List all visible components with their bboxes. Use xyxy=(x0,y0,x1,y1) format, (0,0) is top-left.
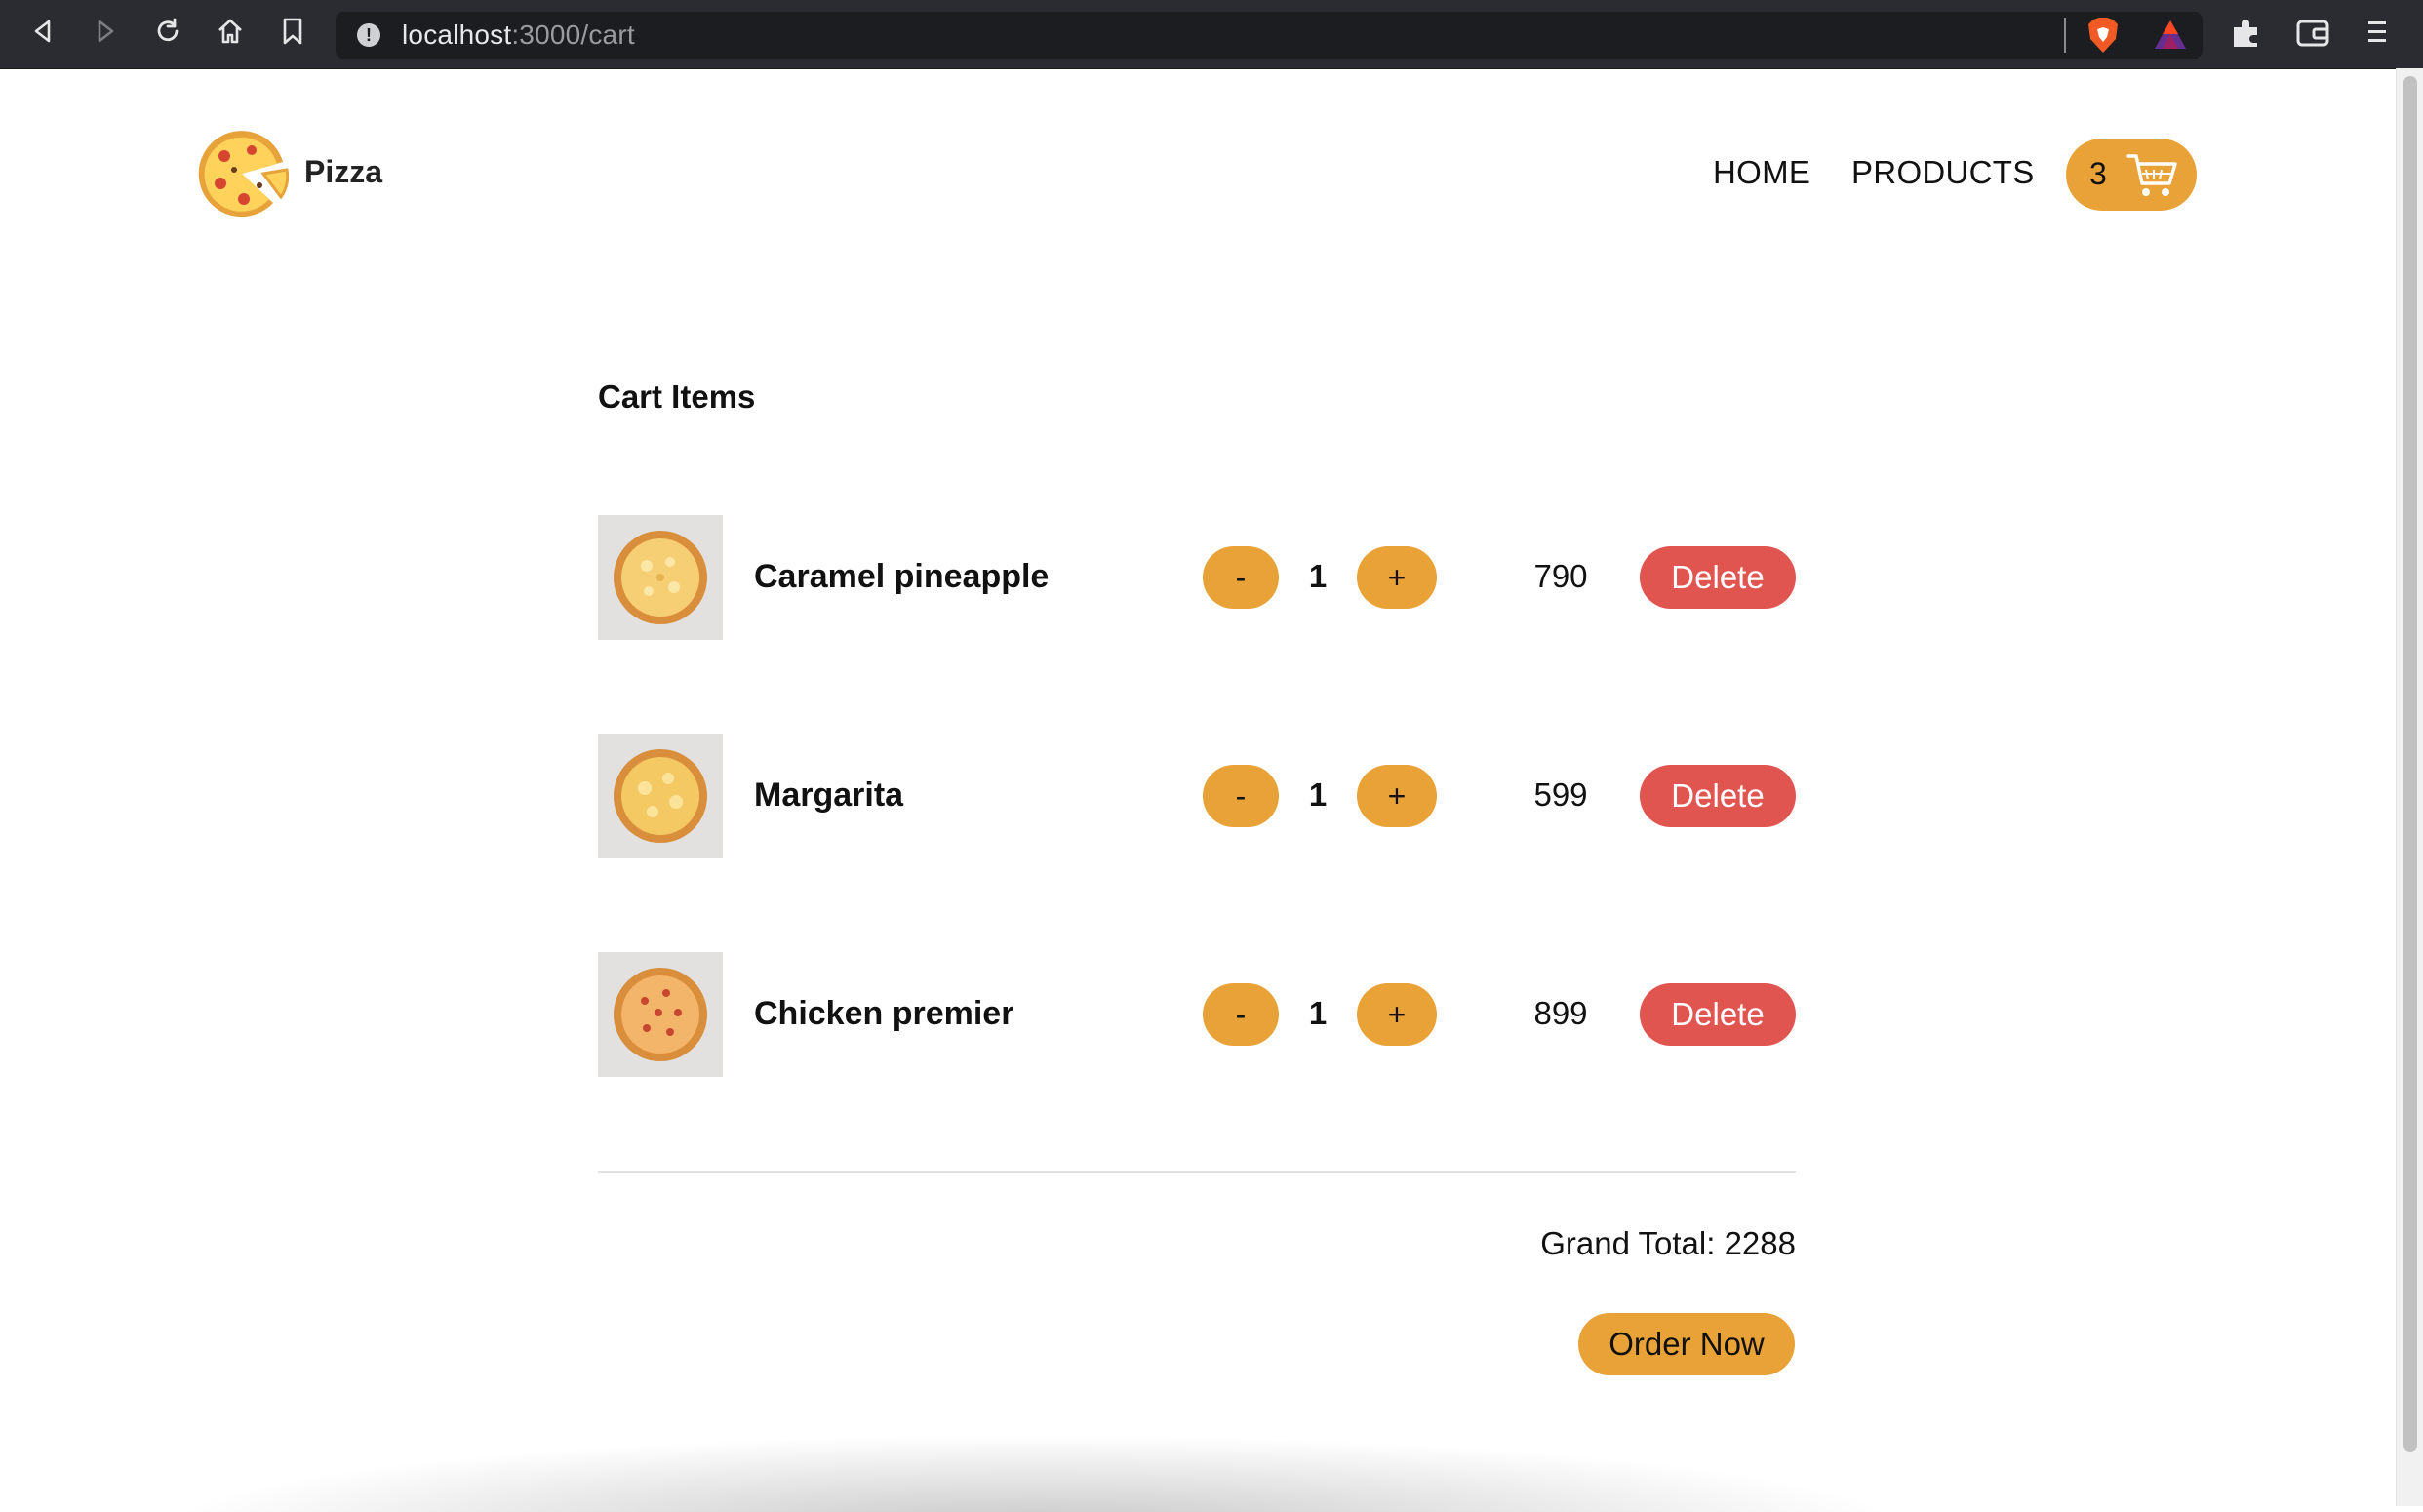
delete-item-button[interactable]: Delete xyxy=(1640,765,1796,827)
reload-icon[interactable] xyxy=(148,12,187,51)
decrease-quantity-button[interactable]: - xyxy=(1203,546,1279,609)
item-quantity: 1 xyxy=(1308,776,1328,813)
item-price: 790 xyxy=(1533,558,1588,594)
bookmark-icon[interactable] xyxy=(273,12,312,51)
increase-quantity-button[interactable]: + xyxy=(1357,765,1437,827)
decrease-quantity-button[interactable]: - xyxy=(1203,983,1279,1046)
cart-item-row: Chicken premier - 1 + 899 Delete xyxy=(598,952,1796,1077)
forward-icon[interactable] xyxy=(86,12,125,51)
browser-toolbar: ! localhost:3000/cart xyxy=(0,0,2423,69)
cart-button[interactable]: 3 xyxy=(2066,139,2197,211)
pizza-image xyxy=(598,734,723,858)
increase-quantity-button[interactable]: + xyxy=(1357,983,1437,1046)
order-now-button[interactable]: Order Now xyxy=(1578,1313,1795,1375)
item-quantity: 1 xyxy=(1308,558,1328,594)
pizza-image xyxy=(598,515,723,640)
back-icon[interactable] xyxy=(23,12,62,51)
menu-icon[interactable] xyxy=(2363,14,2392,51)
item-quantity: 1 xyxy=(1308,995,1328,1031)
delete-item-button[interactable]: Delete xyxy=(1640,546,1796,609)
toolbar-separator xyxy=(2064,18,2066,53)
item-price: 599 xyxy=(1533,776,1588,813)
brave-shields-icon[interactable] xyxy=(2085,16,2121,55)
shopping-cart-icon xyxy=(2126,150,2179,206)
nav-home-link[interactable]: HOME xyxy=(1713,154,1810,191)
page-scrollbar[interactable] xyxy=(2396,68,2423,1506)
delete-item-button[interactable]: Delete xyxy=(1640,983,1796,1046)
decrease-quantity-button[interactable]: - xyxy=(1203,765,1279,827)
site-info-icon[interactable]: ! xyxy=(357,23,380,47)
cart-item-row: Margarita - 1 + 599 Delete xyxy=(598,734,1796,858)
pizza-image xyxy=(598,952,723,1077)
footer-shadow xyxy=(156,1434,1912,1512)
cart-item-row: Caramel pineapple - 1 + 790 Delete xyxy=(598,515,1796,640)
scrollbar-thumb[interactable] xyxy=(2403,76,2417,1452)
home-icon[interactable] xyxy=(211,12,250,51)
extensions-icon[interactable] xyxy=(2228,14,2265,51)
cart-divider xyxy=(598,1171,1796,1173)
brave-rewards-icon[interactable] xyxy=(2152,18,2189,53)
brand-name[interactable]: Pizza xyxy=(304,154,382,190)
item-name: Margarita xyxy=(754,776,904,814)
cart-title: Cart Items xyxy=(598,378,756,415)
item-name: Caramel pineapple xyxy=(754,558,1050,595)
cart-count-badge: 3 xyxy=(2089,156,2107,191)
item-name: Chicken premier xyxy=(754,995,1014,1032)
wallet-icon[interactable] xyxy=(2294,14,2331,51)
url-text: localhost:3000/cart xyxy=(402,20,635,50)
item-price: 899 xyxy=(1533,995,1588,1031)
nav-products-link[interactable]: PRODUCTS xyxy=(1851,154,2035,191)
grand-total: Grand Total: 2288 xyxy=(1540,1225,1796,1261)
address-bar[interactable]: ! localhost:3000/cart xyxy=(336,12,2203,59)
increase-quantity-button[interactable]: + xyxy=(1357,546,1437,609)
pizza-logo-icon[interactable] xyxy=(195,127,290,220)
